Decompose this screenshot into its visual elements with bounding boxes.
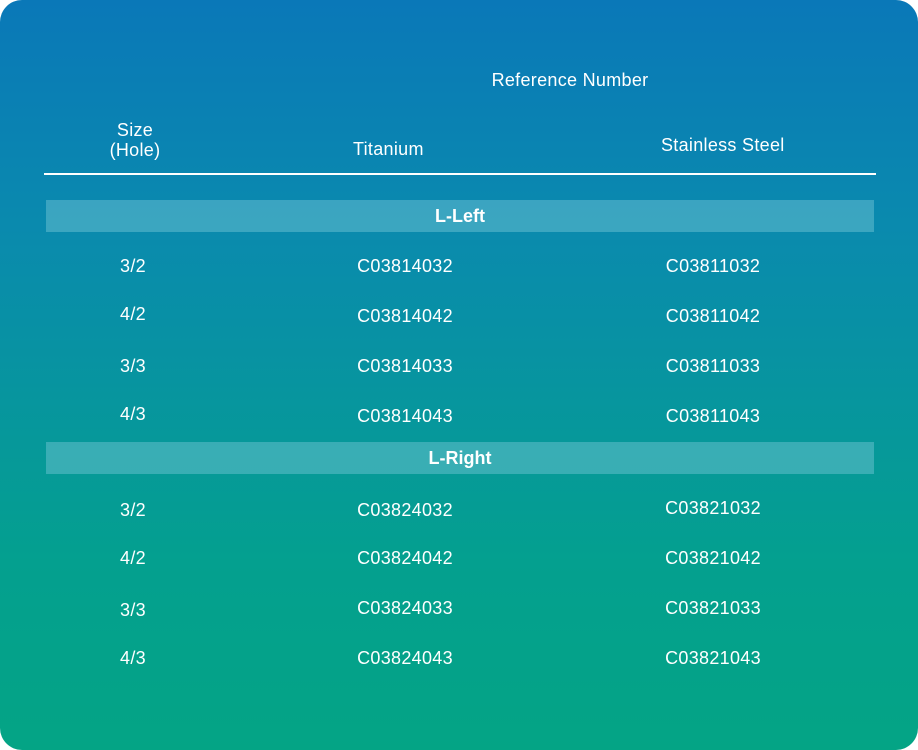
titanium-column-header: Titanium [353,139,424,159]
titanium-cell: C03824032 [357,500,453,520]
titanium-cell: C03814043 [357,406,453,426]
stainless-cell: C03811043 [665,406,761,426]
size-cell: 3/3 [120,600,146,620]
titanium-cell: C03814033 [357,356,453,376]
size-column-header: Size (Hole) [60,120,210,160]
group-band-l-right: L-Right [46,442,874,474]
stainless-cell: C03811032 [665,256,761,276]
titanium-cell: C03824043 [357,648,453,668]
size-cell: 4/3 [120,404,146,424]
size-header-line1: Size [116,120,154,140]
group-band-l-left: L-Left [46,200,874,232]
titanium-cell: C03824033 [357,598,453,618]
stainless-steel-column-header: Stainless Steel [661,135,785,155]
stainless-cell: C03821042 [665,548,761,568]
titanium-cell: C03824042 [357,548,453,568]
size-header-line2: (Hole) [109,140,161,160]
stainless-cell: C03821032 [665,498,761,518]
size-cell: 4/2 [120,548,146,568]
reference-table-card: Reference Number Size (Hole) Titanium St… [0,0,918,750]
stainless-cell: C03811033 [665,356,761,376]
header-divider [44,173,876,175]
titanium-cell: C03814042 [357,306,453,326]
reference-number-heading: Reference Number [491,70,649,90]
titanium-cell: C03814032 [357,256,453,276]
size-cell: 3/2 [120,256,146,276]
size-cell: 4/3 [120,648,146,668]
size-cell: 3/3 [120,356,146,376]
stainless-cell: C03821043 [665,648,761,668]
size-cell: 4/2 [120,304,146,324]
stainless-cell: C03821033 [665,598,761,618]
stainless-cell: C03811042 [665,306,761,326]
size-cell: 3/2 [120,500,146,520]
